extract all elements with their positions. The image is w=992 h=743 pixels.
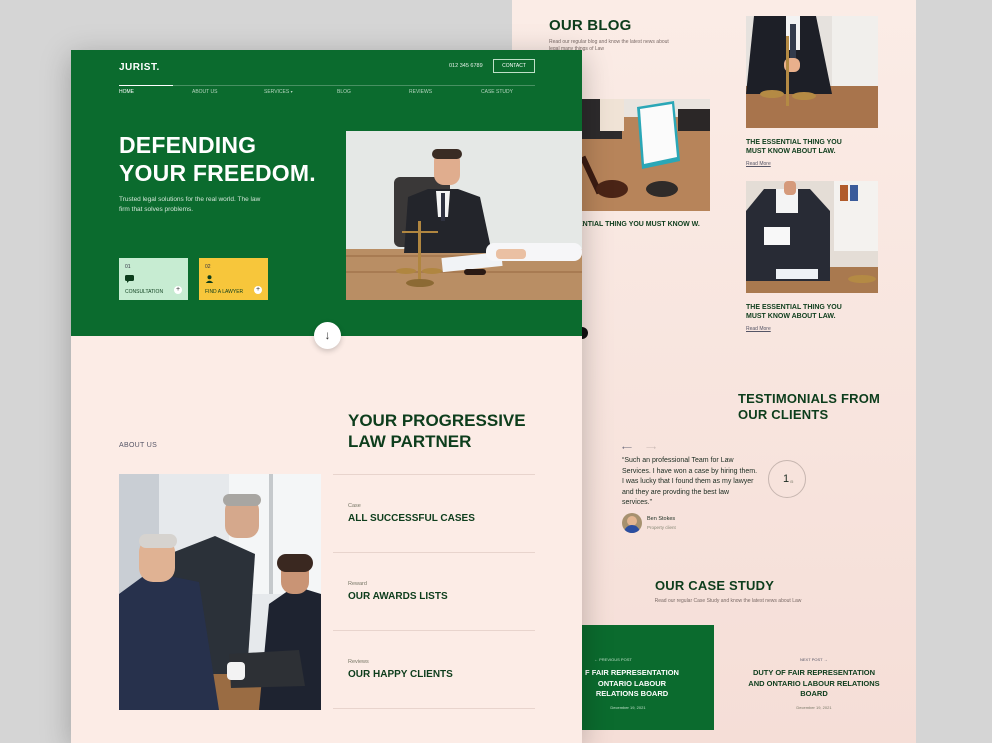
testimonials-title: TESTIMONIALS FROM OUR CLIENTS <box>738 391 881 422</box>
blog-image-gavel <box>582 99 710 211</box>
hero-image-lawyer <box>346 131 582 300</box>
stat-item[interactable]: Reward OUR AWARDS LISTS <box>333 552 535 630</box>
prev-title: F FAIR REPRESENTATION ONTARIO LABOUR REL… <box>585 668 679 698</box>
user-icon <box>205 275 214 283</box>
stat-divider <box>333 708 535 709</box>
blog-card2-link[interactable]: Read More <box>746 326 771 332</box>
next-title: DUTY OF FAIR REPRESENTATION AND ONTARIO … <box>748 668 880 698</box>
cta1-number: 01 <box>125 264 131 270</box>
cta1-label: CONSULTATION <box>125 289 164 295</box>
nav-blog[interactable]: BLOG <box>337 89 351 95</box>
stat-value: OUR AWARDS LISTS <box>348 591 448 602</box>
arrow-right-icon[interactable]: ⟶ <box>646 444 656 452</box>
case-study-title: OUR CASE STUDY <box>655 578 775 593</box>
stat-key: Reward <box>348 581 367 587</box>
phone-number[interactable]: 012 345 6789 <box>449 63 483 69</box>
testimonial-author: Ben Stokes <box>647 516 676 522</box>
cta2-label: FIND A LAWYER <box>205 289 244 295</box>
arrow-right-icon: → <box>823 657 828 662</box>
hero-subtitle: Trusted legal solutions for the real wor… <box>119 196 261 213</box>
testimonial-quote: “Such an professional Team for Law Servi… <box>622 457 758 506</box>
nav-case-study[interactable]: CASE STUDY <box>481 89 513 95</box>
nav-reviews[interactable]: REVIEWS <box>409 89 432 95</box>
next-label: NEXT POST → <box>800 657 828 662</box>
about-image-team <box>119 474 321 710</box>
nav-about[interactable]: ABOUT US <box>192 89 217 95</box>
contact-button[interactable]: CONTACT <box>493 59 535 73</box>
find-lawyer-button[interactable]: 02 FIND A LAWYER + <box>199 258 268 300</box>
stat-item[interactable]: Reviews OUR HAPPY CLIENTS <box>333 630 535 708</box>
about-title: YOUR PROGRESSIVE LAW PARTNER <box>348 411 526 451</box>
testimonial-counter: 1 /5 <box>768 460 806 498</box>
front-page: JURIST. 012 345 6789 CONTACT HOME ABOUT … <box>71 50 582 743</box>
blog-mid-title: ENTIAL THING YOU MUST KNOW W. <box>578 221 700 228</box>
blog-image-lawyer <box>746 181 878 293</box>
hero-title: DEFENDING YOUR FREEDOM. <box>119 132 316 186</box>
chat-icon <box>125 275 134 283</box>
nav-services[interactable]: SERVICES ▾ <box>264 89 293 95</box>
next-date: December 19, 2021 <box>796 705 832 710</box>
stat-value: OUR HAPPY CLIENTS <box>348 669 453 680</box>
blog-image-scales <box>746 16 878 128</box>
stat-key: Case <box>348 503 361 509</box>
case-card-prev[interactable]: ← PREVIOUS POST F FAIR REPRESENTATION ON… <box>582 625 714 730</box>
consultation-button[interactable]: 01 CONSULTATION + <box>119 258 188 300</box>
blog-card2-title: THE ESSENTIAL THING YOU MUST KNOW ABOUT … <box>746 304 842 320</box>
avatar <box>622 513 642 533</box>
testimonial-arrows[interactable]: ⟵ ⟶ <box>622 444 662 452</box>
blog-card1-title: THE ESSENTIAL THING YOU MUST KNOW ABOUT … <box>746 139 842 155</box>
prev-date: December 19, 2021 <box>610 705 646 710</box>
arrow-left-icon: ← <box>594 657 598 662</box>
case-card-next[interactable]: NEXT POST → DUTY OF FAIR REPRESENTATION … <box>748 625 880 730</box>
case-study-subtitle: Read our regular Case Study and know the… <box>654 598 802 604</box>
about-label: ABOUT US <box>119 442 158 449</box>
stat-key: Reviews <box>348 659 369 665</box>
arrow-down-icon[interactable]: ↓ <box>314 322 341 349</box>
plus-icon: + <box>254 286 262 294</box>
cta2-number: 02 <box>205 264 211 270</box>
nav-divider <box>119 85 535 86</box>
nav-home[interactable]: HOME <box>119 89 134 95</box>
blog-card1-link[interactable]: Read More <box>746 161 771 167</box>
blog-title: OUR BLOG <box>549 17 632 34</box>
counter-sub: /5 <box>790 479 794 484</box>
arrow-left-icon[interactable]: ⟵ <box>622 444 632 452</box>
stat-value: ALL SUCCESSFUL CASES <box>348 513 475 524</box>
logo[interactable]: JURIST. <box>119 62 160 73</box>
nav-active-indicator <box>119 85 173 86</box>
testimonial-role: Property client <box>647 525 676 530</box>
stat-item[interactable]: Case ALL SUCCESSFUL CASES <box>333 474 535 552</box>
plus-icon: + <box>174 286 182 294</box>
chevron-down-icon: ▾ <box>290 89 293 94</box>
hero-section: JURIST. 012 345 6789 CONTACT HOME ABOUT … <box>71 50 582 336</box>
counter-value: 1 <box>783 473 790 485</box>
prev-label: ← PREVIOUS POST <box>594 657 632 662</box>
